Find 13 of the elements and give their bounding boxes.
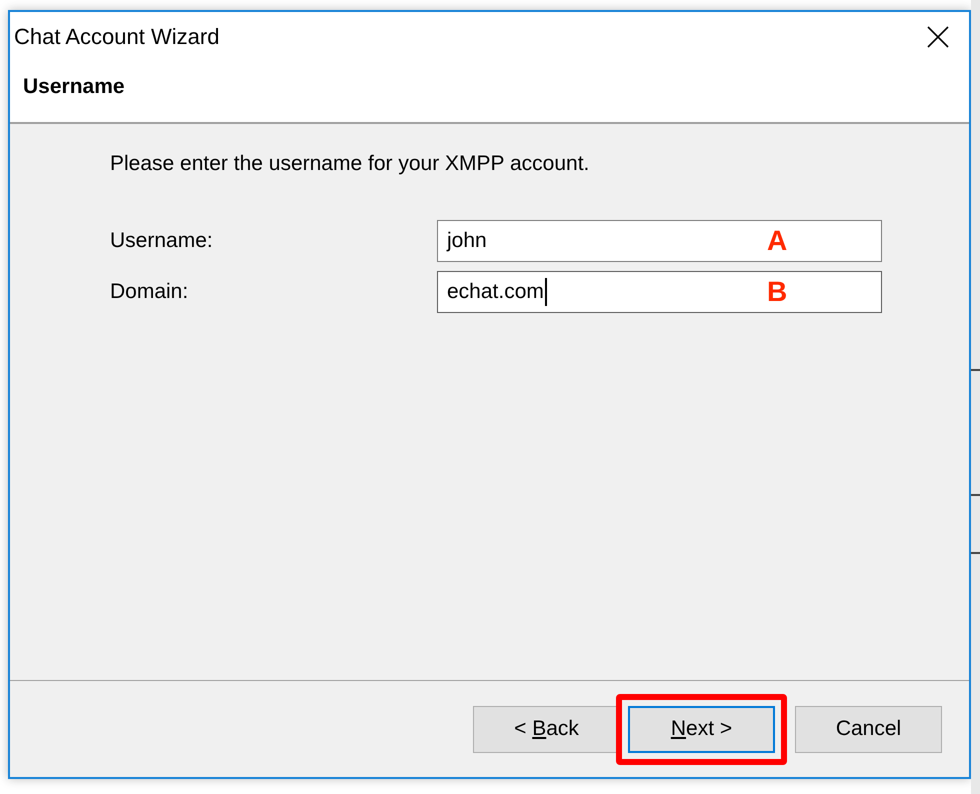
text-cursor — [544, 278, 547, 306]
wizard-button[interactable]: Cancel — [795, 706, 942, 752]
field-label: Username: — [110, 229, 214, 253]
input-field[interactable]: john A — [437, 220, 882, 262]
page-heading: Username — [23, 75, 125, 99]
instruction-text: Please enter the username for your XMPP account. — [110, 152, 590, 176]
window-title: Chat Account Wizard — [14, 24, 220, 50]
wizard-button[interactable]: Next > — [628, 706, 775, 752]
annotation-letter: A — [767, 225, 788, 257]
close-icon[interactable] — [927, 26, 949, 48]
input-field[interactable]: echat.com B — [437, 271, 882, 313]
annotation-letter: B — [767, 276, 788, 308]
field-label: Domain: — [110, 280, 190, 304]
